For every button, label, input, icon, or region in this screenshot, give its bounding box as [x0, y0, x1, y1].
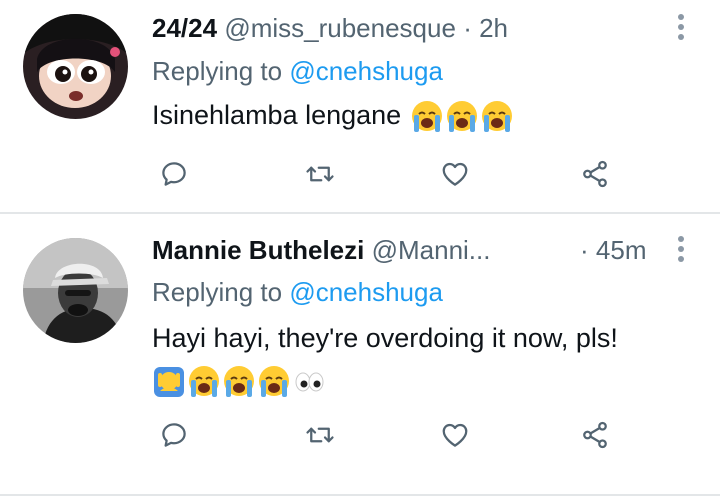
- tweet-text: Isinehlamba lengane: [152, 96, 514, 134]
- replying-to-label: Replying to: [152, 277, 290, 307]
- tweet-text: Hayi hayi, they're overdoing it now, pls…: [152, 319, 618, 357]
- reply-icon: [162, 162, 186, 186]
- like-button[interactable]: [438, 157, 472, 191]
- avatar-cartoon-image: [23, 14, 128, 119]
- replying-to: Replying to @cnehshuga: [152, 53, 443, 89]
- separator-dot: ·: [580, 235, 589, 265]
- timestamp[interactable]: 45m: [596, 235, 647, 265]
- tweet-divider: [0, 212, 720, 214]
- avatar-photo-image: [23, 238, 128, 343]
- user-handle[interactable]: @Manni...: [372, 235, 491, 265]
- retweet-button[interactable]: [303, 157, 337, 191]
- tweet-header: 24/24 @miss_rubenesque · 2h: [152, 10, 508, 46]
- eyes-emoji-icon: [295, 372, 324, 392]
- tweet-header: Mannie Buthelezi @Manni...: [152, 232, 490, 268]
- user-handle[interactable]: @miss_rubenesque: [224, 13, 456, 43]
- retweet-icon: [306, 427, 334, 443]
- crying-face-emoji-icon: [259, 365, 289, 397]
- share-button[interactable]: [578, 157, 612, 191]
- tweet-2[interactable]: Mannie Buthelezi @Manni... · 45m Replyin…: [0, 215, 720, 497]
- share-button[interactable]: [578, 418, 612, 452]
- tweet-1[interactable]: 24/24 @miss_rubenesque · 2h Replying to …: [0, 0, 720, 213]
- avatar[interactable]: [23, 238, 128, 343]
- replying-to-label: Replying to: [152, 56, 290, 86]
- tweet-text-content: Hayi hayi, they're overdoing it now, pls…: [152, 323, 618, 353]
- more-options-icon[interactable]: [676, 236, 686, 270]
- reply-button[interactable]: [157, 157, 191, 191]
- replying-to-mention[interactable]: @cnehshuga: [289, 56, 443, 86]
- replying-to-mention[interactable]: @cnehshuga: [289, 277, 443, 307]
- share-icon: [583, 160, 607, 188]
- display-name[interactable]: 24/24: [152, 13, 217, 43]
- crying-face-emoji-icon: [446, 100, 477, 132]
- more-options-icon[interactable]: [676, 14, 686, 48]
- retweet-button[interactable]: [303, 418, 337, 452]
- tweet-emoji-line: [152, 361, 326, 399]
- crying-face-emoji-icon: [224, 365, 254, 397]
- like-button[interactable]: [438, 418, 472, 452]
- timestamp-group: · 45m: [580, 232, 646, 268]
- reply-icon: [162, 423, 186, 447]
- replying-to: Replying to @cnehshuga: [152, 274, 443, 310]
- share-icon: [583, 421, 607, 449]
- crying-face-emoji-icon: [189, 365, 219, 397]
- reply-button[interactable]: [157, 418, 191, 452]
- display-name[interactable]: Mannie Buthelezi: [152, 235, 364, 265]
- tweet-divider: [0, 494, 720, 496]
- timestamp[interactable]: 2h: [479, 13, 508, 43]
- tweet-text-content: Isinehlamba lengane: [152, 100, 402, 130]
- heart-icon: [442, 162, 468, 186]
- retweet-icon: [306, 166, 334, 182]
- avatar[interactable]: [23, 14, 128, 119]
- person-facepalming-emoji-icon: [154, 366, 184, 397]
- crying-face-emoji-icon: [411, 100, 442, 132]
- heart-icon: [442, 423, 468, 447]
- separator-dot: ·: [463, 13, 472, 43]
- crying-face-emoji-icon: [481, 100, 512, 132]
